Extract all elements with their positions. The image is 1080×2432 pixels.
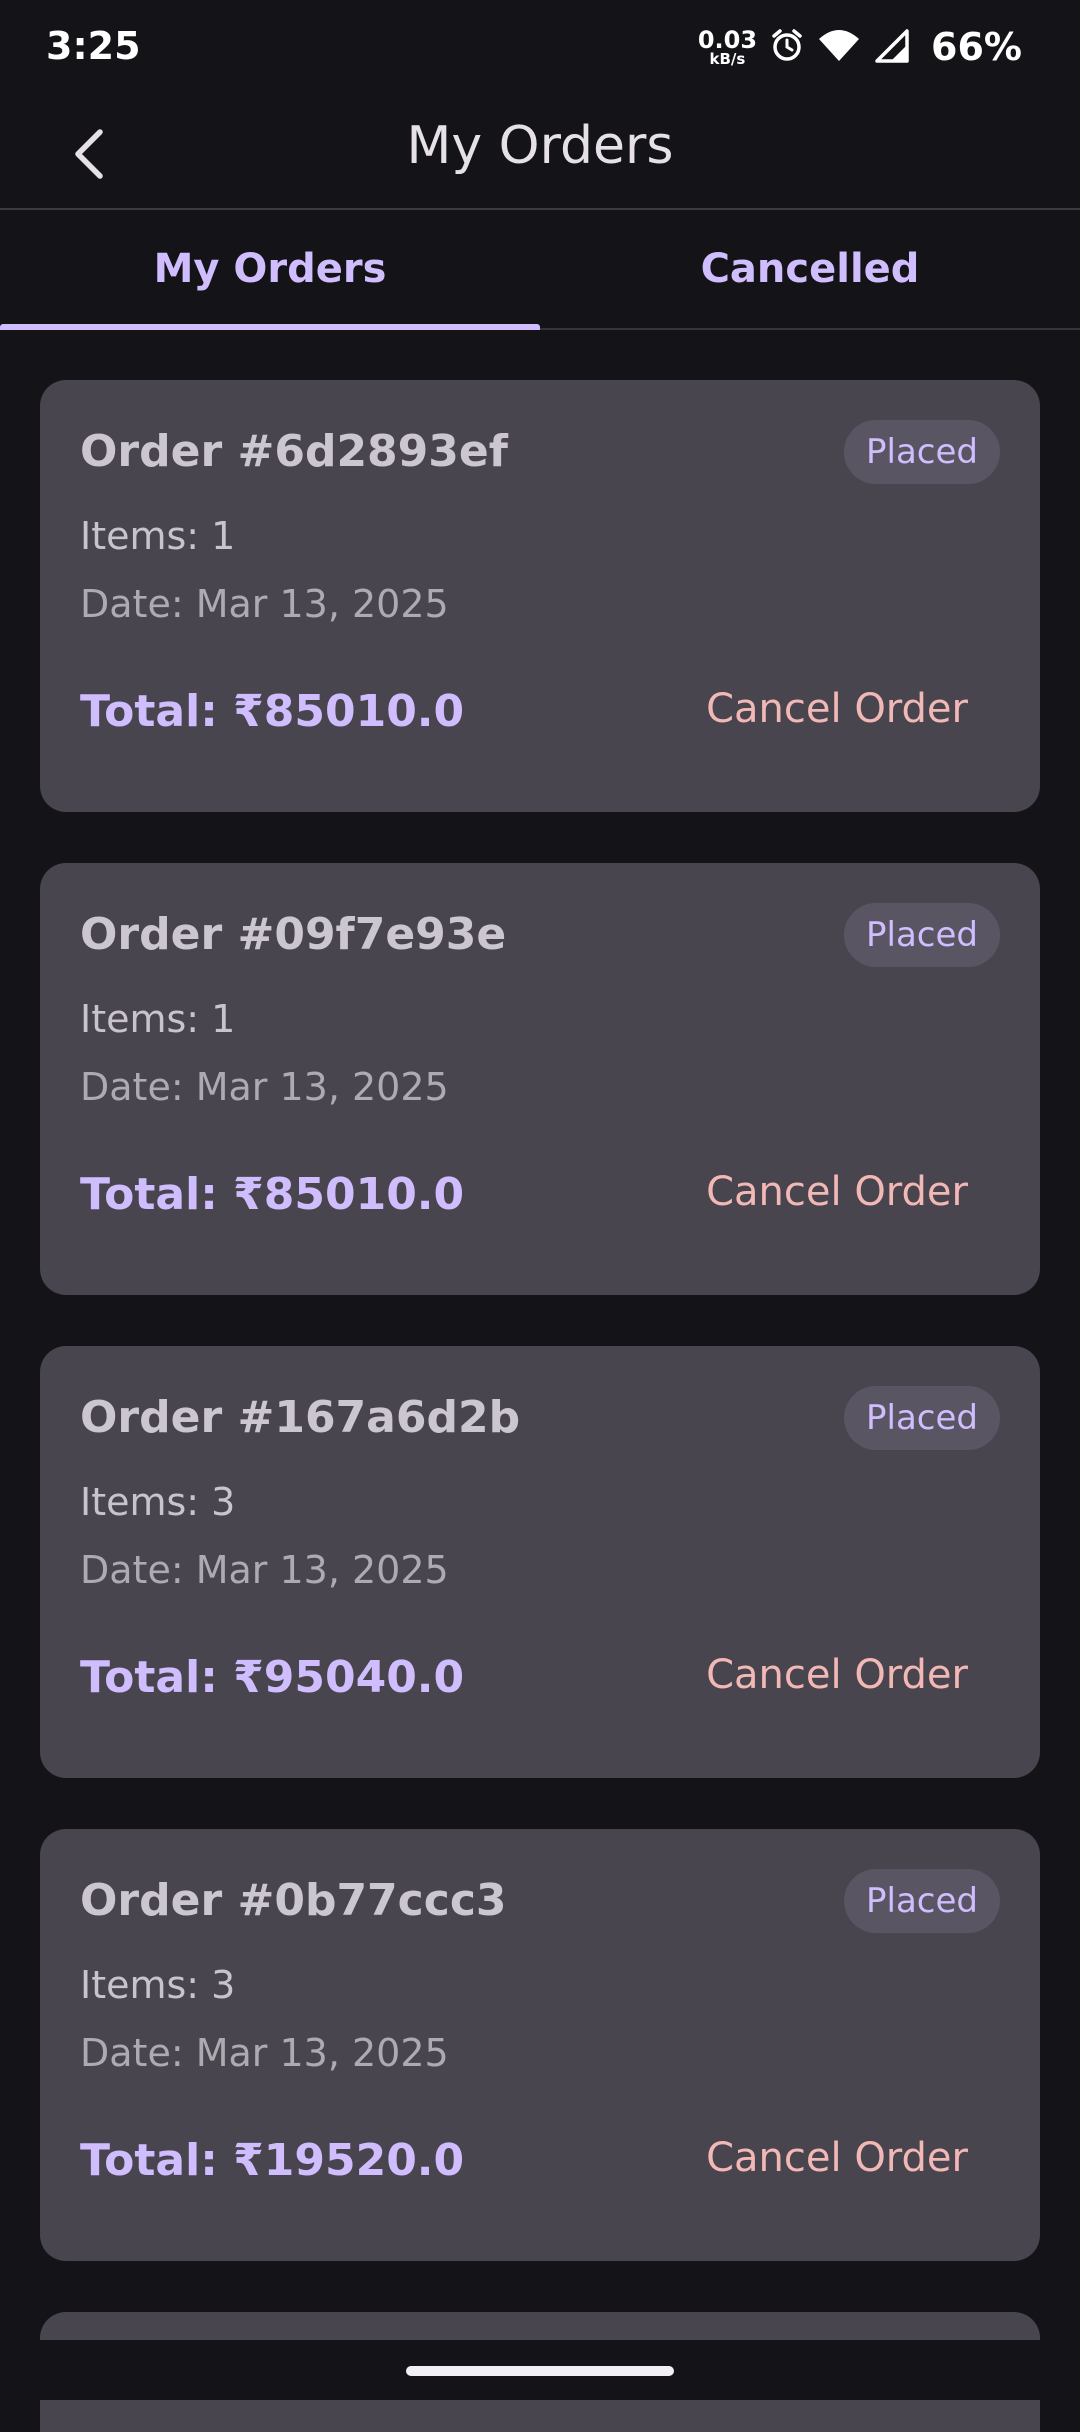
order-date: Date: Mar 13, 2025 [80,2031,449,2075]
wifi-icon [817,27,861,67]
alarm-icon [769,27,805,67]
status-badge: Placed [844,1386,1000,1450]
status-badge: Placed [844,1869,1000,1933]
status-badge: Placed [844,903,1000,967]
battery-percentage: 66% [931,25,1022,69]
tab-bar: My Orders Cancelled [0,210,1080,330]
gesture-handle[interactable] [406,2366,674,2376]
page-title: My Orders [406,116,674,176]
order-id: Order #09f7e93e [80,909,507,960]
order-items-count: Items: 1 [80,997,236,1041]
order-items-count: Items: 3 [80,1480,236,1524]
app-bar: My Orders [0,96,1080,210]
order-date: Date: Mar 13, 2025 [80,1065,449,1109]
cancel-order-button[interactable]: Cancel Order [706,1652,968,1698]
order-date: Date: Mar 13, 2025 [80,582,449,626]
order-card[interactable]: Order #6d2893ef Placed Items: 1 Date: Ma… [40,380,1040,812]
network-speed: 0.03 kB/s [698,28,757,67]
cancel-order-button[interactable]: Cancel Order [706,1169,968,1215]
order-total: Total: ₹85010.0 [80,1169,465,1220]
order-items-count: Items: 1 [80,514,236,558]
cancel-order-button[interactable]: Cancel Order [706,2135,968,2181]
order-card[interactable]: Order #0b77ccc3 Placed Items: 3 Date: Ma… [40,1829,1040,2261]
status-badge: Placed [844,420,1000,484]
tab-cancelled[interactable]: Cancelled [540,210,1080,328]
order-id: Order #6d2893ef [80,426,508,477]
network-speed-value: 0.03 [697,25,758,54]
status-time: 3:25 [46,24,141,68]
order-card[interactable]: Order #167a6d2b Placed Items: 3 Date: Ma… [40,1346,1040,1778]
order-total: Total: ₹85010.0 [80,686,465,737]
order-date: Date: Mar 13, 2025 [80,1548,449,1592]
order-list: Order #6d2893ef Placed Items: 1 Date: Ma… [40,380,1040,2312]
order-id: Order #0b77ccc3 [80,1875,507,1926]
order-id: Order #167a6d2b [80,1392,521,1443]
order-card[interactable]: Order #09f7e93e Placed Items: 1 Date: Ma… [40,863,1040,1295]
order-total: Total: ₹19520.0 [80,2135,465,2186]
order-items-count: Items: 3 [80,1963,236,2007]
status-icons: 0.03 kB/s 66% [698,22,1022,72]
network-speed-unit: kB/s [709,49,746,68]
tab-my-orders[interactable]: My Orders [0,210,540,330]
status-bar: 3:25 0.03 kB/s 66% [0,0,1080,96]
order-total: Total: ₹95040.0 [80,1652,465,1703]
signal-icon [873,27,911,67]
cancel-order-button[interactable]: Cancel Order [706,686,968,732]
